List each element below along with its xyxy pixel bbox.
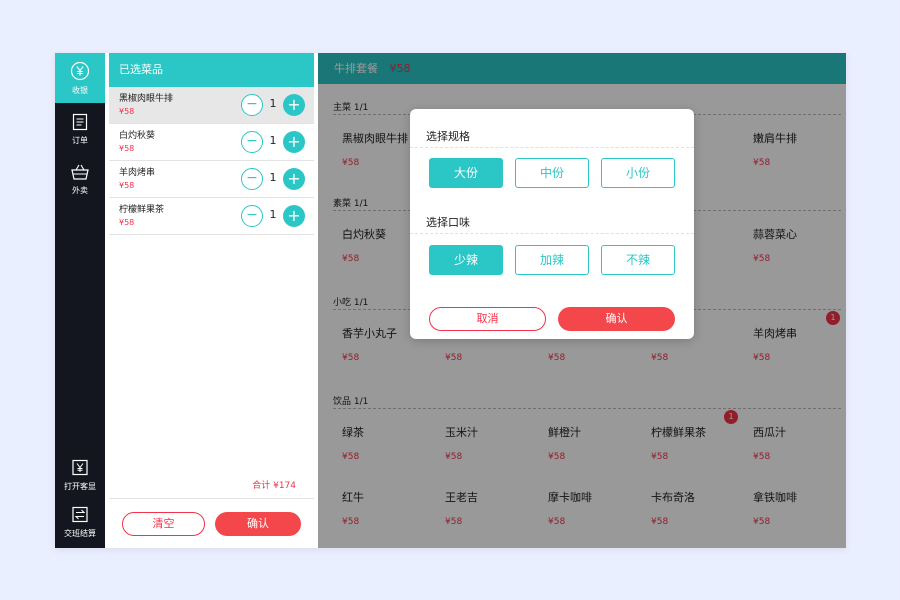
yen-display-icon	[72, 459, 88, 476]
order-item-price: ¥58	[119, 181, 135, 190]
increase-qty-button[interactable]: +	[283, 205, 305, 227]
increase-qty-button[interactable]: +	[283, 131, 305, 153]
order-item-price: ¥58	[119, 218, 135, 227]
order-item-qty: 1	[269, 171, 277, 184]
spec-option-small[interactable]: 小份	[601, 158, 675, 188]
order-item-qty: 1	[269, 97, 277, 110]
nav-item-orders[interactable]: 订单	[55, 113, 105, 147]
spec-title: 选择规格	[426, 130, 470, 143]
taste-option-extra-spicy[interactable]: 加辣	[515, 245, 589, 275]
order-item-name: 白灼秋葵	[119, 131, 156, 141]
confirm-order-button[interactable]: 确认	[215, 512, 301, 536]
nav-item-customer-display[interactable]: 打开客显	[55, 459, 105, 493]
order-item-name: 羊肉烤串	[119, 168, 156, 178]
order-item[interactable]: 黑椒肉眼牛排 ¥58 − 1 +	[109, 87, 314, 124]
decrease-qty-button[interactable]: −	[241, 168, 263, 190]
basket-icon	[71, 164, 89, 180]
order-item[interactable]: 白灼秋葵 ¥58 − 1 +	[109, 124, 314, 161]
taste-option-not-spicy[interactable]: 不辣	[601, 245, 675, 275]
modal-divider	[410, 233, 694, 234]
order-panel-title: 已选菜品	[109, 53, 314, 87]
order-item-name: 黑椒肉眼牛排	[119, 94, 174, 104]
nav-label-cashier: 收银	[72, 86, 88, 95]
order-item-name: 柠檬鲜果茶	[119, 205, 165, 215]
increase-qty-button[interactable]: +	[283, 94, 305, 116]
modal-divider	[410, 147, 694, 148]
nav-label-takeout: 外卖	[72, 186, 88, 195]
clear-order-button[interactable]: 清空	[122, 512, 205, 536]
order-item-price: ¥58	[119, 144, 135, 153]
increase-qty-button[interactable]: +	[283, 168, 305, 190]
order-item-price: ¥58	[119, 107, 135, 116]
decrease-qty-button[interactable]: −	[241, 131, 263, 153]
nav-item-cashier[interactable]: 收银	[55, 53, 105, 103]
list-icon	[72, 113, 88, 131]
side-nav: 收银 订单 外卖 打开客显 交班结算	[55, 53, 105, 548]
order-item-qty: 1	[269, 208, 277, 221]
nav-label-customer-display: 打开客显	[64, 482, 96, 491]
modal-confirm-button[interactable]: 确认	[558, 307, 675, 331]
spec-option-large[interactable]: 大份	[429, 158, 503, 188]
nav-label-orders: 订单	[72, 136, 88, 145]
spec-option-medium[interactable]: 中份	[515, 158, 589, 188]
order-panel: 已选菜品 黑椒肉眼牛排 ¥58 − 1 + 白灼秋葵 ¥58 − 1 + 羊肉烤…	[109, 53, 314, 548]
order-item[interactable]: 羊肉烤串 ¥58 − 1 +	[109, 161, 314, 198]
order-total: 合计 ¥174	[252, 481, 296, 491]
order-item-qty: 1	[269, 134, 277, 147]
yen-circle-icon	[70, 61, 90, 81]
nav-item-takeout[interactable]: 外卖	[55, 163, 105, 197]
decrease-qty-button[interactable]: −	[241, 94, 263, 116]
modal-cancel-button[interactable]: 取消	[429, 307, 546, 331]
order-footer: 清空 确认	[109, 498, 314, 548]
swap-icon	[72, 506, 88, 523]
pos-app: 收银 订单 外卖 打开客显 交班结算 已选菜品 黑椒肉眼牛排 ¥58 − 1 +…	[55, 53, 846, 548]
nav-item-shift-settlement[interactable]: 交班结算	[55, 506, 105, 540]
decrease-qty-button[interactable]: −	[241, 205, 263, 227]
spec-modal: 选择规格 大份 中份 小份 选择口味 少辣 加辣 不辣 取消 确认	[410, 109, 694, 339]
order-item[interactable]: 柠檬鲜果茶 ¥58 − 1 +	[109, 198, 314, 235]
taste-option-mild[interactable]: 少辣	[429, 245, 503, 275]
taste-title: 选择口味	[426, 216, 470, 229]
nav-label-shift-settlement: 交班结算	[64, 529, 96, 538]
